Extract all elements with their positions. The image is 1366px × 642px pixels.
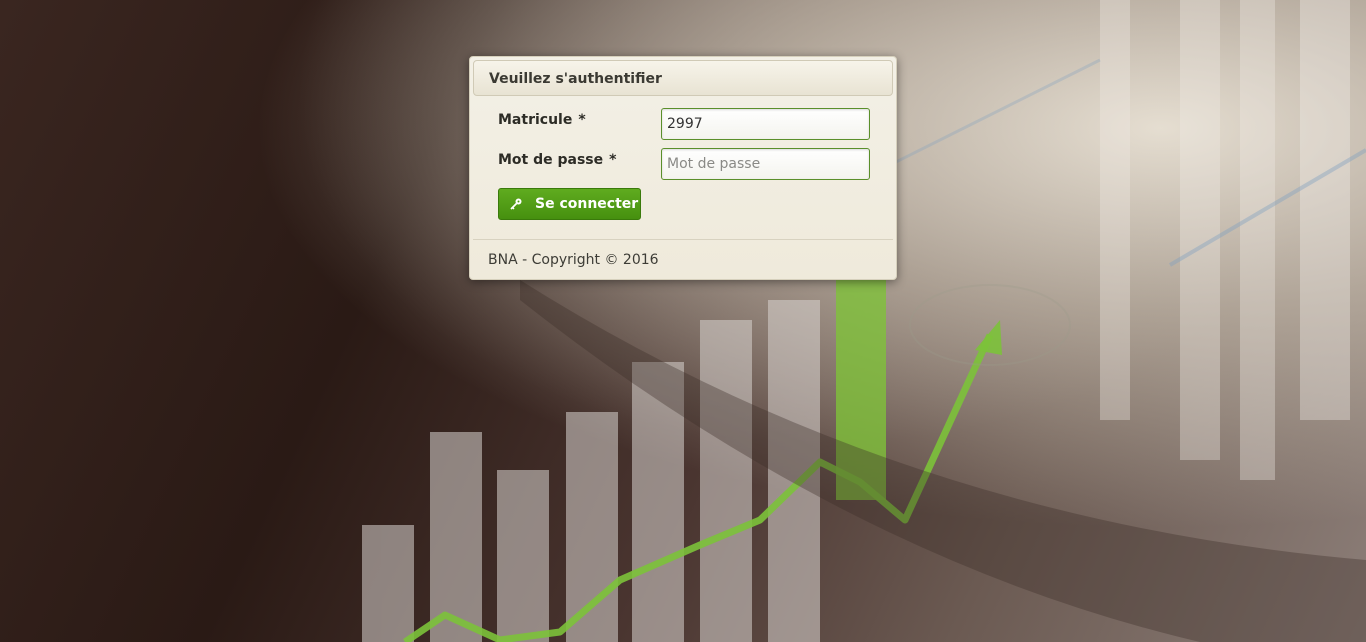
login-title: Veuillez s'authentifier <box>489 71 662 87</box>
matricule-label-text: Matricule <box>498 112 573 128</box>
copyright-text: BNA - Copyright © 2016 <box>488 252 659 268</box>
matricule-input[interactable] <box>661 108 870 140</box>
login-panel-header: Veuillez s'authentifier <box>473 60 893 96</box>
password-input[interactable] <box>661 148 870 180</box>
password-label-text: Mot de passe <box>498 152 604 168</box>
matricule-label: Matricule * <box>498 112 586 128</box>
footer-divider <box>473 239 893 240</box>
login-button[interactable]: Se connecter <box>498 188 641 220</box>
login-button-label: Se connecter <box>535 196 639 212</box>
password-required-mark: * <box>609 152 617 168</box>
password-label: Mot de passe * <box>498 152 616 168</box>
key-icon <box>510 198 522 210</box>
matricule-required-mark: * <box>578 112 586 128</box>
login-panel: Veuillez s'authentifier Matricule * Mot d… <box>469 56 897 280</box>
